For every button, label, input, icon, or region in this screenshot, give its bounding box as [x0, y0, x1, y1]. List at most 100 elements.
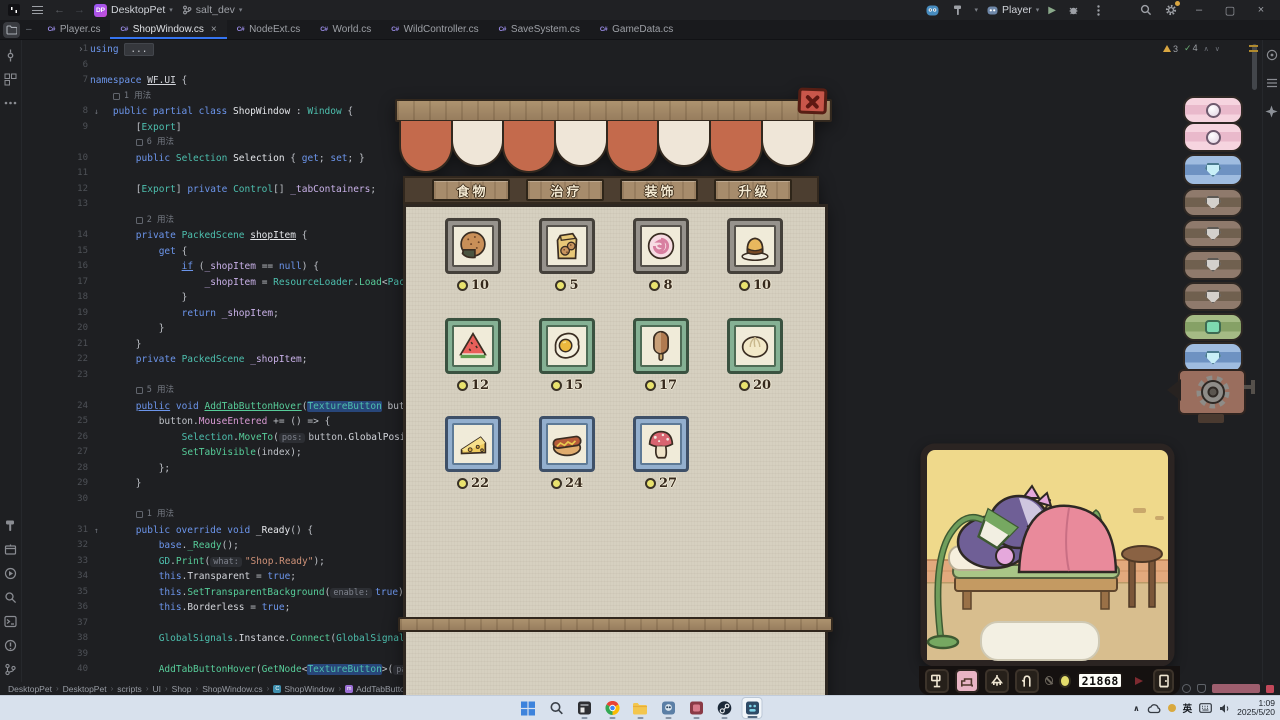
- search-icon[interactable]: [4, 590, 18, 604]
- side-pink-barrel-button[interactable]: [1183, 122, 1243, 152]
- more-icon[interactable]: [4, 96, 18, 110]
- next-problem-icon[interactable]: ∨: [1215, 45, 1220, 53]
- terminal-icon[interactable]: [4, 614, 18, 628]
- vcs-icon[interactable]: [4, 662, 18, 676]
- hud-signpost-button[interactable]: [925, 669, 949, 693]
- shop-item-pudding[interactable]: [727, 218, 783, 274]
- nuget-icon[interactable]: [4, 542, 18, 556]
- status-square-icon[interactable]: [1266, 685, 1274, 693]
- tab-ShopWindow.cs[interactable]: C#ShopWindow.cs×: [110, 20, 226, 39]
- project-selector[interactable]: DP DesktopPet ▾: [94, 4, 173, 17]
- taskbar-app-explorer[interactable]: [630, 697, 651, 719]
- speaker-icon[interactable]: [1219, 703, 1230, 714]
- taskbar-app-redapp[interactable]: [686, 697, 707, 719]
- onedrive-cloud-icon[interactable]: [1147, 703, 1161, 714]
- crank-handle[interactable]: [1244, 385, 1253, 389]
- chevron-down-icon[interactable]: ▾: [975, 6, 979, 14]
- shop-item-bun[interactable]: [727, 318, 783, 374]
- commit-icon[interactable]: [4, 48, 18, 62]
- hud-bed-button[interactable]: [955, 669, 979, 693]
- problems-icon[interactable]: [4, 638, 18, 652]
- shop-tab-2[interactable]: 治疗: [526, 179, 604, 201]
- shop-item-naruto[interactable]: [633, 218, 689, 274]
- breadcrumb-item[interactable]: DesktopPet: [8, 684, 52, 694]
- taskbar-app-chrome[interactable]: [602, 697, 623, 719]
- side-brown-barrel-button[interactable]: [1183, 250, 1243, 280]
- settings-gear-icon[interactable]: [1163, 2, 1179, 18]
- more-actions-icon[interactable]: [1090, 2, 1106, 18]
- shop-tab-1[interactable]: 食物: [432, 179, 510, 201]
- taskbar-app-darkapp[interactable]: [574, 697, 595, 719]
- taskbar-clock[interactable]: 1:09 2025/5/20: [1237, 699, 1275, 718]
- debug-icon[interactable]: [1065, 2, 1081, 18]
- breadcrumb-item[interactable]: DesktopPet: [63, 684, 107, 694]
- shop-item-watermelon[interactable]: [445, 318, 501, 374]
- ime-indicator[interactable]: 英: [1183, 701, 1193, 715]
- shop-item-hotdog[interactable]: [539, 416, 595, 472]
- taskbar-app-activeapp[interactable]: [742, 697, 763, 719]
- mute-icon[interactable]: [1045, 676, 1053, 685]
- close-window-button[interactable]: ×: [1250, 4, 1272, 16]
- shop-close-button[interactable]: [798, 88, 828, 115]
- side-brown-barrel-button[interactable]: [1183, 188, 1243, 217]
- shop-item-riceball[interactable]: [445, 218, 501, 274]
- shop-item-mushroom[interactable]: [633, 416, 689, 472]
- breadcrumb-item[interactable]: CShopWindow: [273, 684, 334, 694]
- tab-Player.cs[interactable]: C#Player.cs: [38, 20, 111, 39]
- taskbar-app-steam[interactable]: [714, 697, 735, 719]
- prev-problem-icon[interactable]: ∧: [1204, 45, 1209, 53]
- shop-item-snackbag[interactable]: [539, 218, 595, 274]
- shield-icon[interactable]: [1197, 684, 1206, 693]
- side-brown-barrel-button[interactable]: [1183, 219, 1243, 248]
- run-icon[interactable]: [4, 566, 18, 580]
- shop-tab-4[interactable]: 升级: [714, 179, 792, 201]
- tab-SaveSystem.cs[interactable]: C#SaveSystem.cs: [489, 20, 590, 39]
- breadcrumb-item[interactable]: UI: [152, 684, 161, 694]
- status-badge[interactable]: [1212, 684, 1260, 693]
- breadcrumb-item[interactable]: Shop: [172, 684, 192, 694]
- structure-icon[interactable]: [4, 72, 18, 86]
- run-button[interactable]: ▶: [1048, 5, 1056, 16]
- maximize-button[interactable]: ▢: [1219, 4, 1241, 17]
- side-blue-barrel-button[interactable]: [1183, 154, 1243, 186]
- search-everywhere-icon[interactable]: [1138, 2, 1154, 18]
- run-config-selector[interactable]: Player ▾: [987, 4, 1039, 16]
- breadcrumb-item[interactable]: ShopWindow.cs: [202, 684, 262, 694]
- shop-item-popsicle[interactable]: [633, 318, 689, 374]
- vcs-branch-selector[interactable]: salt_dev ▾: [182, 4, 243, 16]
- taskbar-app-search[interactable]: [546, 697, 567, 719]
- side-pink-barrel-button[interactable]: [1183, 96, 1243, 124]
- shop-tab-3[interactable]: 装饰: [620, 179, 698, 201]
- tray-app-icon[interactable]: [1168, 704, 1176, 712]
- hidden-icons-chevron[interactable]: ∧: [1133, 704, 1140, 713]
- hud-hand-button[interactable]: [1015, 669, 1039, 693]
- gear-machine-button[interactable]: [1178, 369, 1246, 415]
- hud-lamp-button[interactable]: [985, 669, 1009, 693]
- godot-plugin-icon[interactable]: [925, 2, 941, 18]
- close-tab-icon[interactable]: ×: [211, 24, 217, 35]
- build-hammer-icon[interactable]: [950, 2, 966, 18]
- inspections-widget[interactable]: 3 ✓4 ∧ ∨: [1163, 43, 1220, 54]
- back-icon[interactable]: ←: [54, 4, 65, 16]
- project-toolwindow-button[interactable]: [3, 22, 20, 38]
- side-green-barrel-button[interactable]: [1183, 313, 1243, 341]
- forward-icon[interactable]: →: [74, 4, 85, 16]
- tab-World.cs[interactable]: C#World.cs: [310, 20, 381, 39]
- shop-item-friedegg[interactable]: [539, 318, 595, 374]
- ai-assistant-icon[interactable]: [1265, 104, 1279, 118]
- main-menu-icon[interactable]: [29, 2, 45, 18]
- build-icon[interactable]: [4, 518, 18, 532]
- tab-WildController.cs[interactable]: C#WildController.cs: [381, 20, 488, 39]
- breadcrumb-item[interactable]: scripts: [117, 684, 142, 694]
- status-circle-icon[interactable]: [1182, 684, 1191, 693]
- tab-GameData.cs[interactable]: C#GameData.cs: [590, 20, 683, 39]
- taskbar-app-start[interactable]: [518, 697, 539, 719]
- structure-panel-icon[interactable]: [1265, 76, 1279, 90]
- minimize-button[interactable]: –: [1188, 4, 1210, 16]
- taskbar-app-blueapp[interactable]: [658, 697, 679, 719]
- side-brown-barrel-button[interactable]: [1183, 282, 1243, 311]
- exit-door-button[interactable]: [1153, 669, 1174, 693]
- tab-NodeExt.cs[interactable]: C#NodeExt.cs: [227, 20, 310, 39]
- touch-keyboard-icon[interactable]: [1199, 703, 1212, 713]
- pet-room-scene[interactable]: Z Z z: [919, 442, 1176, 668]
